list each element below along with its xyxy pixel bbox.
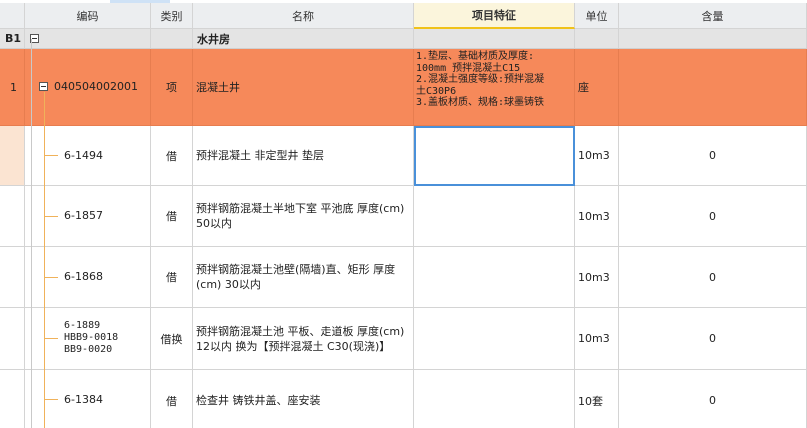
collapse-icon[interactable]: [39, 82, 48, 91]
item-code: BB9-0020: [64, 344, 113, 355]
name-cell[interactable]: 预拌钢筋混凝土池 平板、走道板 厚度(cm) 12以内 换为【预拌混凝土 C30…: [193, 308, 414, 370]
tree-line: [31, 39, 32, 428]
header-qty[interactable]: 含量: [619, 3, 807, 29]
row-number: 1: [0, 49, 25, 126]
table-row[interactable]: 1 040504002001 项 混凝土井 1.垫层、基础材质及厚度: 100m…: [0, 49, 807, 126]
group-qty-cell: [619, 29, 807, 49]
group-name: 水井房: [193, 29, 414, 49]
qty-cell[interactable]: 0: [619, 308, 807, 370]
unit-cell[interactable]: 座: [575, 49, 619, 126]
feature-cell[interactable]: [414, 247, 575, 308]
grid-header: 编码 类别 名称 项目特征 单位 含量: [0, 3, 807, 29]
item-code: 040504002001: [54, 80, 138, 93]
row-number: [0, 247, 25, 308]
group-type-cell: [151, 29, 193, 49]
qty-cell[interactable]: 0: [619, 186, 807, 247]
item-code: 6-1857: [64, 209, 103, 222]
name-cell[interactable]: 混凝土井: [193, 49, 414, 126]
group-unit-cell: [575, 29, 619, 49]
table-row[interactable]: 6-1868 借 预拌钢筋混凝土池壁(隔墙)直、矩形 厚度(cm) 30以内 1…: [0, 247, 807, 308]
feature-line: 3.盖板材质、规格:球墨铸铁: [416, 97, 545, 108]
group-row[interactable]: B1 水井房: [0, 29, 807, 49]
header-name[interactable]: 名称: [193, 3, 414, 29]
item-code: 6-1384: [64, 393, 103, 406]
feature-cell[interactable]: 1.垫层、基础材质及厚度: 100mm 预拌混凝土C15 2.混凝土强度等级:预…: [414, 49, 575, 126]
unit-cell[interactable]: 10m3: [575, 126, 619, 186]
header-code[interactable]: 编码: [25, 3, 151, 29]
header-type[interactable]: 类别: [151, 3, 193, 29]
qty-cell[interactable]: 0: [619, 370, 807, 428]
row-number: [0, 126, 25, 186]
row-number: [0, 370, 25, 428]
feature-line: 100mm 预拌混凝土C15: [416, 62, 521, 74]
item-code: 6-1889: [64, 320, 101, 331]
tree-branch: [44, 155, 58, 156]
tree-line: [44, 92, 45, 428]
type-cell[interactable]: 借: [151, 370, 193, 428]
row-number: [0, 308, 25, 370]
quota-grid: 编码 类别 名称 项目特征 单位 含量 B1 水井房 1 04050400200…: [0, 0, 807, 428]
row-number: [0, 186, 25, 247]
type-cell[interactable]: 借: [151, 247, 193, 308]
table-row[interactable]: 6-1494 借 预拌混凝土 非定型井 垫层 10m3 0: [0, 126, 807, 186]
unit-cell[interactable]: 10m3: [575, 247, 619, 308]
tree-branch: [44, 277, 58, 278]
group-id: B1: [0, 29, 25, 49]
qty-cell[interactable]: 0: [619, 126, 807, 186]
type-cell[interactable]: 借: [151, 126, 193, 186]
item-code: HBB9-0018: [64, 332, 119, 343]
item-code: 6-1494: [64, 149, 103, 162]
feature-cell[interactable]: [414, 126, 575, 186]
feature-cell[interactable]: [414, 370, 575, 428]
header-corner[interactable]: [0, 3, 25, 29]
qty-cell[interactable]: [619, 49, 807, 126]
name-cell[interactable]: 预拌钢筋混凝土半地下室 平池底 厚度(cm) 50以内: [193, 186, 414, 247]
type-cell[interactable]: 项: [151, 49, 193, 126]
tree-branch: [44, 216, 58, 217]
unit-cell[interactable]: 10m3: [575, 308, 619, 370]
table-row[interactable]: 6-1889 HBB9-0018 BB9-0020 借换 预拌钢筋混凝土池 平板…: [0, 308, 807, 370]
type-cell[interactable]: 借换: [151, 308, 193, 370]
name-cell[interactable]: 预拌混凝土 非定型井 垫层: [193, 126, 414, 186]
group-code-cell: [25, 29, 151, 49]
tree-branch: [44, 338, 58, 339]
table-row[interactable]: 6-1857 借 预拌钢筋混凝土半地下室 平池底 厚度(cm) 50以内 10m…: [0, 186, 807, 247]
feature-line: 2.混凝土强度等级:预拌混凝: [416, 74, 545, 85]
feature-line: 1.垫层、基础材质及厚度:: [416, 51, 535, 62]
name-cell[interactable]: 预拌钢筋混凝土池壁(隔墙)直、矩形 厚度(cm) 30以内: [193, 247, 414, 308]
tree-branch: [44, 399, 58, 400]
type-cell[interactable]: 借: [151, 186, 193, 247]
feature-line: 土C30P6: [416, 85, 457, 97]
header-feature[interactable]: 项目特征: [414, 3, 575, 29]
item-code: 6-1868: [64, 270, 103, 283]
qty-cell[interactable]: 0: [619, 247, 807, 308]
feature-cell[interactable]: [414, 186, 575, 247]
group-feature-cell: [414, 29, 575, 49]
unit-cell[interactable]: 10套: [575, 370, 619, 428]
name-cell[interactable]: 检查井 铸铁井盖、座安装: [193, 370, 414, 428]
unit-cell[interactable]: 10m3: [575, 186, 619, 247]
table-row[interactable]: 6-1384 借 检查井 铸铁井盖、座安装 10套 0: [0, 370, 807, 428]
header-unit[interactable]: 单位: [575, 3, 619, 29]
feature-cell[interactable]: [414, 308, 575, 370]
